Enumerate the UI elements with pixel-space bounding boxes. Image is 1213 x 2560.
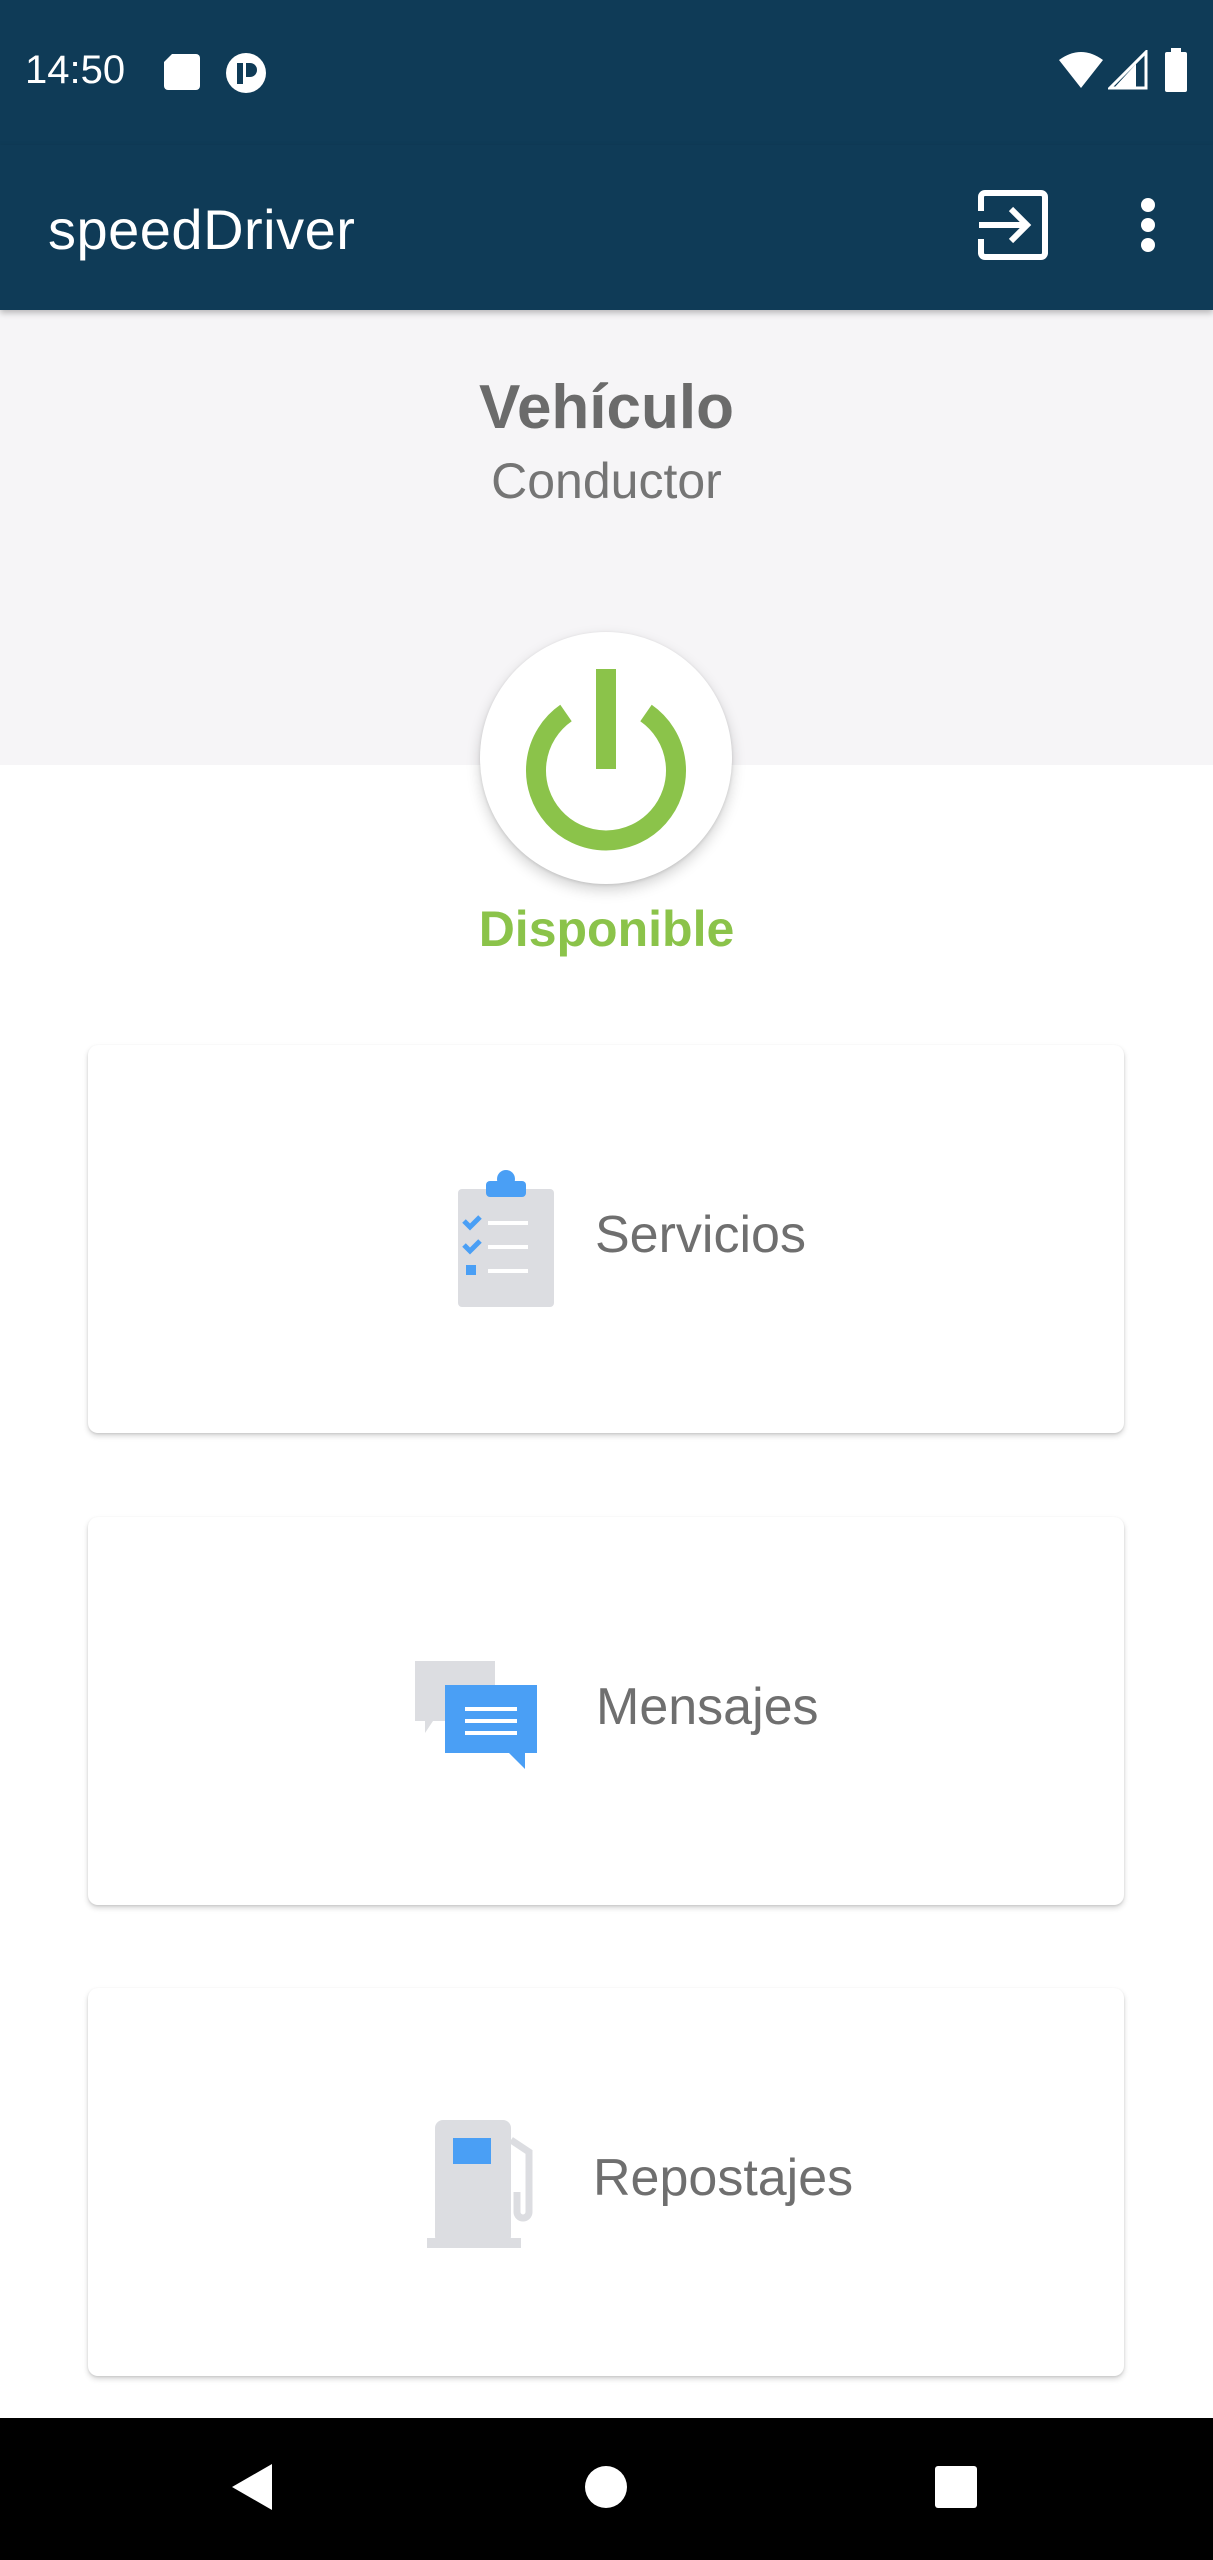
wifi-icon [1058, 50, 1104, 95]
services-label: Servicios [595, 1206, 806, 1264]
screen: 14:50 speedDriver Vehículo Conductor Dis… [0, 0, 1213, 2560]
power-icon [521, 661, 691, 856]
more-vert-icon [1138, 197, 1158, 258]
driver-label: Conductor [491, 453, 722, 509]
fuel-pump-icon [423, 2112, 563, 2252]
sd-card-icon [162, 52, 202, 97]
messages-card[interactable]: Mensajes [88, 1517, 1124, 1905]
logout-icon [975, 187, 1051, 268]
logout-button[interactable] [960, 175, 1065, 280]
messages-label: Mensajes [596, 1678, 819, 1736]
refuels-label: Repostajes [593, 2149, 854, 2207]
recents-icon [934, 2465, 978, 2514]
battery-icon [1163, 48, 1189, 97]
recents-button[interactable] [916, 2454, 996, 2524]
refuels-card[interactable]: Repostajes [88, 1988, 1124, 2376]
availability-status: Disponible [478, 901, 735, 957]
vehicle-label: Vehículo [479, 373, 734, 442]
cell-signal-icon [1106, 48, 1148, 95]
chat-bubbles-icon [413, 1641, 553, 1781]
availability-toggle-button[interactable] [480, 632, 732, 884]
app-notification-icon [225, 52, 267, 99]
status-time: 14:50 [25, 48, 126, 92]
home-icon [584, 2465, 628, 2514]
app-bar: speedDriver [0, 145, 1213, 310]
more-options-button[interactable] [1095, 175, 1200, 280]
back-icon [230, 2462, 274, 2517]
system-nav-bar [0, 2418, 1213, 2560]
app-title: speedDriver [48, 198, 356, 261]
services-card[interactable]: Servicios [88, 1045, 1124, 1433]
clipboard-checklist-icon [426, 1169, 566, 1309]
home-button[interactable] [566, 2454, 646, 2524]
back-button[interactable] [212, 2454, 292, 2524]
status-bar: 14:50 [0, 0, 1213, 145]
